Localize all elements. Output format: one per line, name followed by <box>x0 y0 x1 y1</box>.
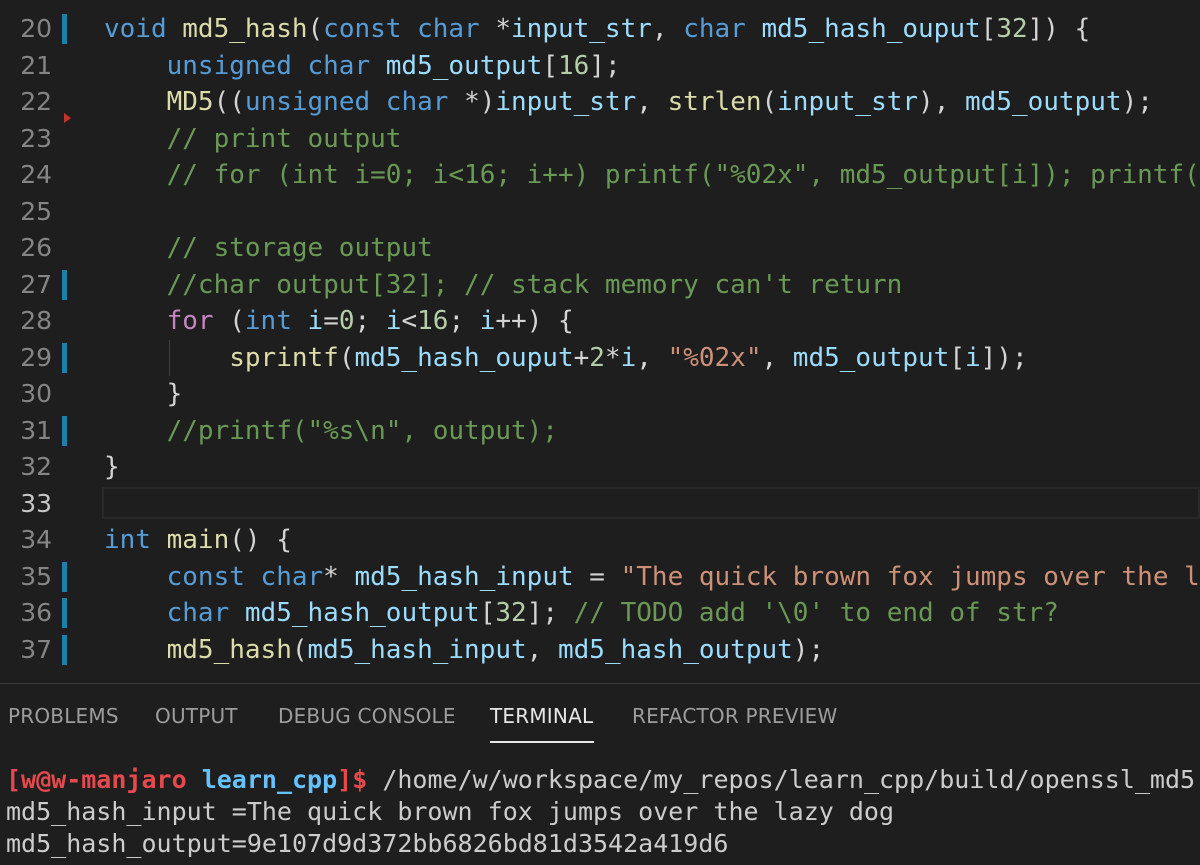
modified-line-marker[interactable] <box>62 415 67 446</box>
prompt-user: [w@w-manjaro <box>6 765 187 794</box>
terminal-output-line: md5_hash_input =The quick brown fox jump… <box>6 797 895 826</box>
line-number: 24 <box>20 160 52 189</box>
code-text: md5_hash(md5_hash_input, md5_hash_output… <box>166 634 825 665</box>
code-text: // for (int i=0; i<16; i++) printf("%02x… <box>166 160 1200 190</box>
line-number: 23 <box>20 123 52 153</box>
line-number: 29 <box>20 342 52 372</box>
line-number: 34 <box>20 525 52 554</box>
tab-output[interactable]: OUTPUT <box>155 704 238 728</box>
line-number: 36 <box>20 598 52 627</box>
modified-line-marker[interactable] <box>62 14 67 44</box>
code-text: MD5((unsigned char *)input_str, strlen(i… <box>166 87 1153 117</box>
code-line[interactable]: 24 // for (int i=0; i<16; i++) printf("%… <box>0 157 1200 193</box>
line-number: 37 <box>20 634 52 664</box>
code-text: sprintf(md5_hash_ouput+2*i, "%02x", md5_… <box>229 342 1028 373</box>
line-number: 30 <box>20 379 52 408</box>
code-line[interactable]: 21 unsigned char md5_output[16]; <box>0 48 1200 84</box>
line-number: 28 <box>20 306 52 335</box>
terminal-output-line: md5_hash_output=9e107d9d372bb6826bd81d35… <box>6 829 729 858</box>
code-text: void md5_hash(const char *input_str, cha… <box>104 14 1091 44</box>
code-line[interactable]: 36 char md5_hash_output[32]; // TODO add… <box>0 595 1200 631</box>
line-number: 22 <box>20 87 52 116</box>
line-number: 32 <box>20 452 52 481</box>
panel-tabs: PROBLEMS OUTPUT DEBUG CONSOLE TERMINAL R… <box>0 684 1200 744</box>
code-text: } <box>104 452 120 482</box>
code-line[interactable]: 31 //printf("%s\n", output); <box>0 413 1200 449</box>
terminal-command: /home/w/workspace/my_repos/learn_cpp/bui… <box>367 765 1196 794</box>
code-text: // print output <box>166 123 402 154</box>
line-number: 20 <box>20 14 52 43</box>
line-number: 35 <box>20 561 52 591</box>
active-tab-indicator <box>490 741 594 743</box>
code-text: char md5_hash_output[32]; // TODO add '\… <box>166 598 1059 628</box>
code-line[interactable]: 22 MD5((unsigned char *)input_str, strle… <box>0 84 1200 120</box>
line-number: 21 <box>20 50 52 80</box>
code-text: // storage output <box>166 233 433 263</box>
code-editor[interactable]: 20 void md5_hash(const char *input_str, c… <box>0 0 1200 683</box>
terminal-output[interactable]: [w@w-manjaro learn_cpp]$ /home/w/workspa… <box>6 764 1200 860</box>
line-number: 27 <box>20 269 52 299</box>
code-text: //char output[32]; // stack memory can't… <box>166 269 903 300</box>
code-line[interactable]: 23 // print output <box>0 121 1200 157</box>
code-line[interactable]: 30 } <box>0 376 1200 412</box>
current-line-highlight <box>102 486 1200 519</box>
code-line[interactable]: 28 for (int i=0; i<16; i++) { <box>0 303 1200 339</box>
code-text: } <box>104 379 183 409</box>
tab-refactor-preview[interactable]: REFACTOR PREVIEW <box>632 704 838 728</box>
code-line[interactable]: 27 //char output[32]; // stack memory ca… <box>0 267 1200 303</box>
line-number: 25 <box>20 196 52 226</box>
code-line[interactable]: 25 <box>0 194 1200 230</box>
line-number: 31 <box>20 415 52 445</box>
code-line[interactable]: 29 sprintf(md5_hash_ouput+2*i, "%02x", m… <box>0 340 1200 376</box>
modified-line-marker[interactable] <box>62 561 67 592</box>
code-text: for (int i=0; i<16; i++) { <box>166 306 574 336</box>
tab-problems[interactable]: PROBLEMS <box>8 704 119 728</box>
breakpoint-arrow-icon[interactable] <box>64 113 71 123</box>
line-number: 33 <box>20 488 52 518</box>
code-line[interactable]: 34 int main() { <box>0 522 1200 558</box>
indent-guide <box>169 339 170 376</box>
terminal-command-line: [w@w-manjaro learn_cpp]$ /home/w/workspa… <box>6 764 1200 796</box>
tab-terminal[interactable]: TERMINAL <box>490 704 593 728</box>
tab-debug-console[interactable]: DEBUG CONSOLE <box>278 704 456 728</box>
code-line[interactable]: 37 md5_hash(md5_hash_input, md5_hash_out… <box>0 632 1200 668</box>
modified-line-marker[interactable] <box>62 634 67 665</box>
code-line[interactable]: 20 void md5_hash(const char *input_str, c… <box>0 11 1200 47</box>
code-text: int main() { <box>104 525 292 555</box>
line-number: 26 <box>20 233 52 262</box>
bottom-panel: PROBLEMS OUTPUT DEBUG CONSOLE TERMINAL R… <box>0 683 1200 865</box>
code-text: const char* md5_hash_input = "The quick … <box>166 561 1200 592</box>
code-line[interactable]: 33 <box>0 486 1200 522</box>
code-line[interactable]: 32} <box>0 449 1200 485</box>
modified-line-marker[interactable] <box>62 342 67 373</box>
code-line[interactable]: 35 const char* md5_hash_input = "The qui… <box>0 559 1200 595</box>
code-text: //printf("%s\n", output); <box>166 415 558 446</box>
code-line[interactable]: 26 // storage output <box>0 230 1200 266</box>
modified-line-marker[interactable] <box>62 598 67 628</box>
code-text: unsigned char md5_output[16]; <box>166 50 621 81</box>
prompt-symbol: ]$ <box>337 765 368 794</box>
modified-line-marker[interactable] <box>62 269 67 300</box>
prompt-dir: learn_cpp <box>201 765 338 794</box>
